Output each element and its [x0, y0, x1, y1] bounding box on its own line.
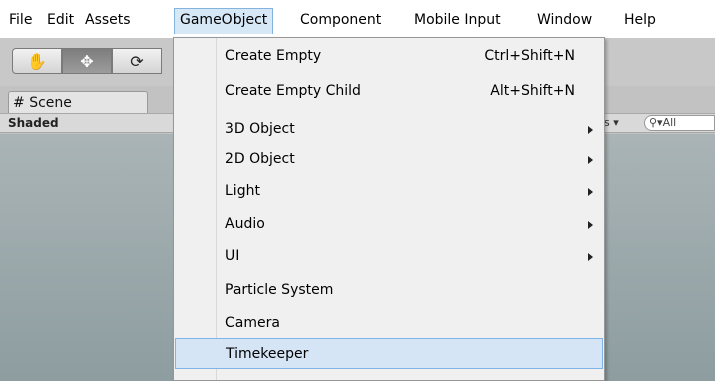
menu-gameobject[interactable]: GameObject — [174, 8, 274, 34]
rotate-icon: ⟳ — [130, 51, 144, 71]
menu-item-create-empty-child[interactable]: Create Empty Child Alt+Shift+N — [175, 76, 603, 107]
menu-item-label: Create Empty — [225, 48, 322, 64]
menu-component[interactable]: Component — [300, 10, 381, 30]
menu-bar: File Edit Assets GameObject Component Mo… — [0, 0, 715, 38]
menu-item-label: Camera — [225, 315, 280, 331]
menu-help[interactable]: Help — [624, 10, 656, 30]
menu-item-label: UI — [225, 248, 240, 264]
scene-search-input[interactable]: ⚲▾All — [644, 115, 715, 131]
menu-item-label: 3D Object — [225, 121, 295, 137]
move-icon: ✥ — [80, 51, 94, 71]
menu-item-shortcut: Ctrl+Shift+N — [484, 48, 575, 64]
menu-mobile-input[interactable]: Mobile Input — [414, 10, 501, 30]
menu-item-label: Audio — [225, 216, 265, 232]
shading-mode-dropdown[interactable]: Shaded — [8, 116, 59, 130]
transform-tools: ✋ ✥ ⟳ — [12, 48, 162, 74]
submenu-arrow-icon — [588, 253, 593, 261]
rotate-tool-button[interactable]: ⟳ — [112, 48, 162, 74]
menu-edit[interactable]: Edit — [47, 10, 74, 30]
search-placeholder: All — [662, 116, 677, 129]
menu-item-shortcut: Alt+Shift+N — [490, 83, 575, 99]
menu-assets[interactable]: Assets — [85, 10, 131, 30]
scene-icon: # — [13, 95, 25, 111]
hand-tool-button[interactable]: ✋ — [12, 48, 62, 74]
menu-item-label: Particle System — [225, 282, 334, 298]
menu-item-2d-object[interactable]: 2D Object — [175, 144, 603, 175]
menu-item-camera[interactable]: Camera — [175, 308, 603, 339]
gameobject-menu: Create Empty Ctrl+Shift+N Create Empty C… — [173, 37, 605, 381]
menu-file[interactable]: File — [9, 10, 32, 30]
menu-item-label: Timekeeper — [226, 346, 309, 362]
search-icon: ⚲▾ — [649, 116, 663, 129]
menu-item-label: 2D Object — [225, 151, 295, 167]
hand-icon: ✋ — [27, 51, 47, 71]
tab-scene[interactable]: # Scene — [8, 91, 148, 113]
scene-tab-label: Scene — [29, 95, 72, 111]
move-tool-button[interactable]: ✥ — [62, 48, 112, 74]
menu-item-ui[interactable]: UI — [175, 241, 603, 272]
menu-item-label: Light — [225, 183, 260, 199]
submenu-arrow-icon — [588, 126, 593, 134]
menu-item-create-empty[interactable]: Create Empty Ctrl+Shift+N — [175, 41, 603, 72]
menu-item-3d-object[interactable]: 3D Object — [175, 114, 603, 145]
menu-item-label: Create Empty Child — [225, 83, 361, 99]
submenu-arrow-icon — [588, 221, 593, 229]
menu-item-audio[interactable]: Audio — [175, 209, 603, 240]
menu-item-light[interactable]: Light — [175, 176, 603, 207]
submenu-arrow-icon — [588, 156, 593, 164]
menu-item-particle-system[interactable]: Particle System — [175, 275, 603, 306]
gizmos-dropdown[interactable]: s ▾ — [604, 116, 619, 129]
menu-item-timekeeper[interactable]: Timekeeper — [175, 338, 603, 369]
submenu-arrow-icon — [588, 188, 593, 196]
menu-window[interactable]: Window — [537, 10, 592, 30]
